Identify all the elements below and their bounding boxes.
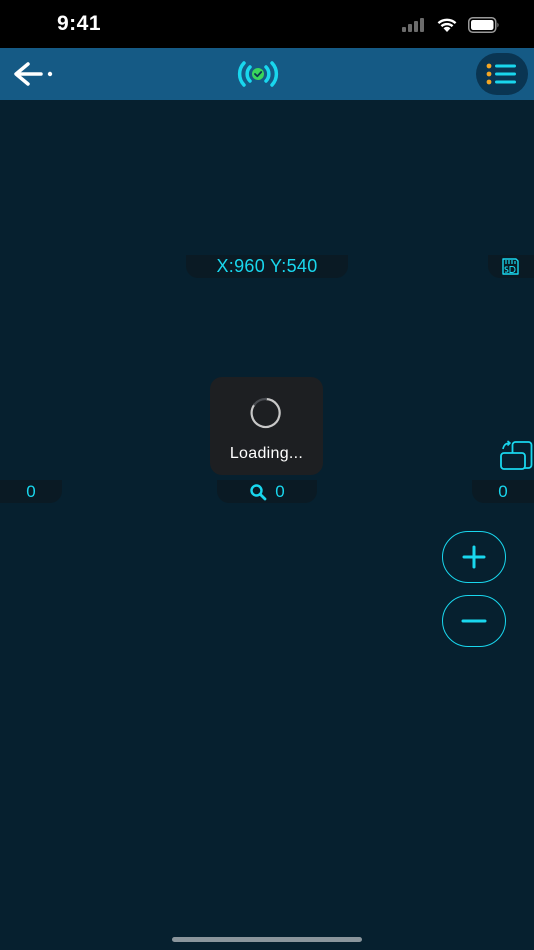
status-time: 9:41 xyxy=(57,12,102,35)
zoom-in-button[interactable] xyxy=(442,531,506,583)
screen: 9:41 X:960 Y:540 Loading... 0 0 0 xyxy=(0,0,534,950)
rotate-device-icon xyxy=(500,440,533,470)
sd-card-button[interactable] xyxy=(488,255,534,278)
zoom-out-button[interactable] xyxy=(442,595,506,647)
arrow-left-icon xyxy=(14,62,53,86)
back-button[interactable] xyxy=(8,56,58,92)
menu-button[interactable] xyxy=(476,53,528,95)
status-icons xyxy=(402,14,500,36)
minus-icon xyxy=(461,619,487,623)
battery-icon xyxy=(468,17,499,33)
loading-indicator: Loading... xyxy=(210,377,323,475)
wifi-icon xyxy=(437,18,457,32)
plus-icon xyxy=(462,545,486,569)
status-bar: 9:41 xyxy=(0,0,534,48)
list-menu-icon xyxy=(486,63,516,85)
cellular-icon xyxy=(402,18,424,32)
signal-broadcast-icon xyxy=(233,56,283,92)
search-icon xyxy=(250,483,267,500)
spinner-icon xyxy=(250,397,281,429)
search-counter[interactable]: 0 xyxy=(217,480,317,503)
loading-text: Loading... xyxy=(229,445,304,462)
rotate-device-button[interactable] xyxy=(499,440,534,472)
counter-left: 0 xyxy=(0,480,62,503)
search-count: 0 xyxy=(275,482,285,501)
sd-card-icon xyxy=(502,258,519,275)
counter-right: 0 xyxy=(472,480,534,503)
coordinates-readout: X:960 Y:540 xyxy=(186,255,348,278)
home-indicator[interactable] xyxy=(172,937,362,942)
nav-bar xyxy=(0,48,534,100)
